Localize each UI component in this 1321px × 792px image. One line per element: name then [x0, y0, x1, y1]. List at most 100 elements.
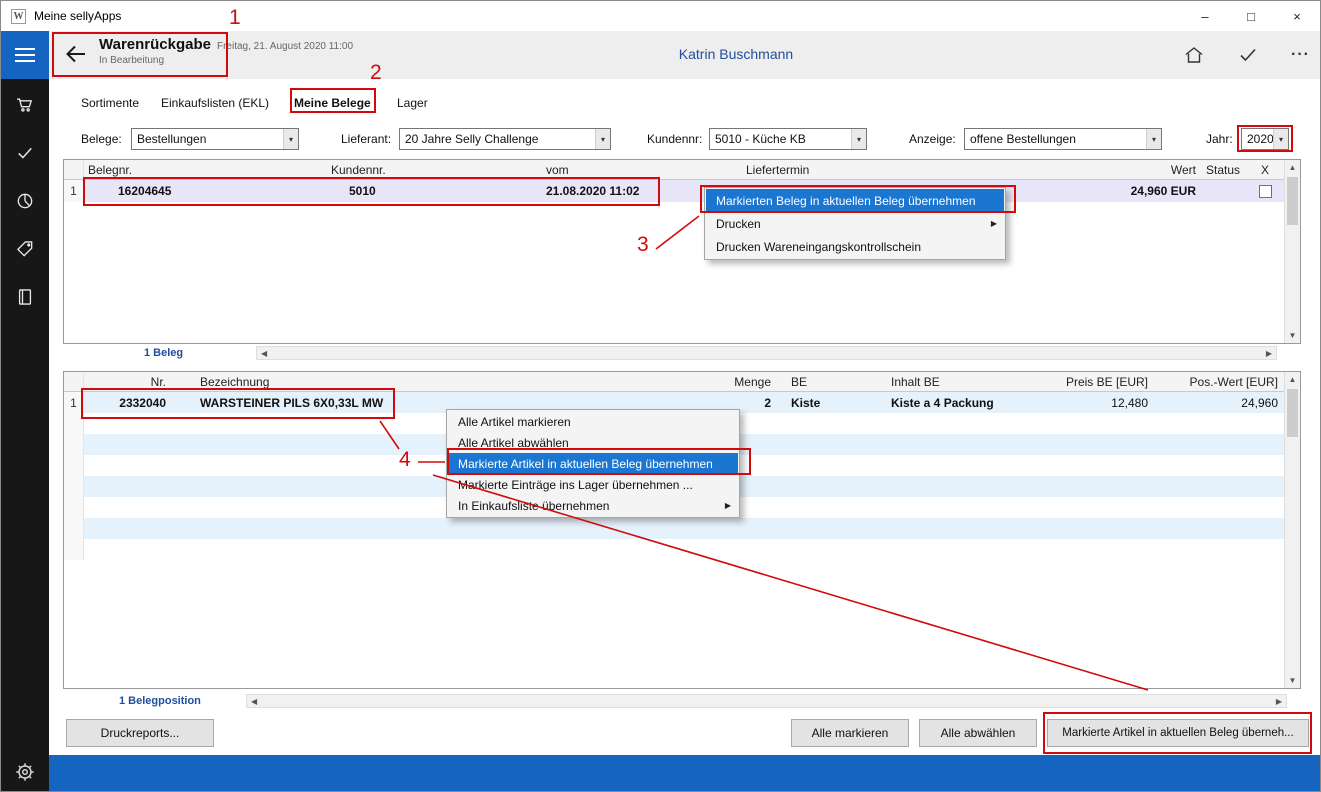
anzeige-dropdown-value: offene Bestellungen — [965, 129, 1146, 149]
menu-item-label: Drucken Wareneingangskontrollschein — [716, 240, 921, 254]
row-number: 1 — [64, 180, 84, 202]
hamburger-menu-icon[interactable] — [1, 31, 49, 79]
documents-count: 1 Beleg — [144, 347, 183, 359]
scroll-right-icon[interactable]: ▶ — [1266, 349, 1272, 358]
tab-meine-belege[interactable]: Meine Belege — [294, 96, 371, 110]
pie-chart-icon[interactable] — [1, 181, 49, 221]
scroll-up-icon[interactable]: ▲ — [1289, 163, 1297, 172]
anzeige-dropdown[interactable]: offene Bestellungen ▾ — [964, 128, 1162, 150]
cell-nr: 2332040 — [84, 396, 172, 410]
documents-context-menu: Markierten Beleg in aktuellen Beleg über… — [704, 187, 1006, 260]
scroll-down-icon[interactable]: ▼ — [1289, 676, 1297, 685]
row-number-header — [64, 372, 84, 391]
lieferant-dropdown[interactable]: 20 Jahre Selly Challenge ▾ — [399, 128, 611, 150]
positions-vertical-scrollbar[interactable]: ▲ ▼ — [1284, 372, 1300, 688]
chevron-down-icon[interactable]: ▾ — [595, 129, 610, 149]
chevron-down-icon[interactable]: ▾ — [283, 129, 298, 149]
cell-wert: 24,960 EUR — [1087, 184, 1202, 198]
scroll-left-icon[interactable]: ◀ — [261, 349, 267, 358]
document-title-block: Warenrückgabe Freitag, 21. August 2020 1… — [99, 36, 353, 66]
tasks-check-icon[interactable] — [1, 133, 49, 173]
home-icon[interactable] — [1183, 44, 1205, 66]
scroll-thumb[interactable] — [1287, 389, 1298, 437]
col-inhalt-be: Inhalt BE — [877, 372, 1062, 391]
menu-item-einkaufsliste[interactable]: In Einkaufsliste übernehmen ▶ — [448, 495, 738, 516]
menu-item-beleg-uebernehmen[interactable]: Markierten Beleg in aktuellen Beleg über… — [706, 189, 1004, 212]
scroll-right-icon[interactable]: ▶ — [1276, 697, 1282, 706]
back-button[interactable] — [63, 41, 89, 67]
chevron-down-icon[interactable]: ▾ — [1146, 129, 1161, 149]
positions-context-menu: Alle Artikel markieren Alle Artikel abwä… — [446, 409, 740, 518]
kundennr-dropdown[interactable]: 5010 - Küche KB ▾ — [709, 128, 867, 150]
window-title: Meine sellyApps — [34, 9, 121, 23]
uebernehmen-button[interactable]: Markierte Artikel in aktuellen Beleg übe… — [1047, 719, 1309, 747]
jahr-dropdown[interactable]: 2020 ▾ — [1241, 128, 1289, 150]
documents-table-header: Belegnr. Kundennr. vom Liefertermin Wert… — [64, 160, 1284, 180]
menu-item-alle-markieren[interactable]: Alle Artikel markieren — [448, 411, 738, 432]
tab-lager[interactable]: Lager — [397, 96, 428, 110]
scroll-thumb[interactable] — [1287, 177, 1298, 225]
menu-item-label: In Einkaufsliste übernehmen — [458, 499, 609, 513]
belege-dropdown[interactable]: Bestellungen ▾ — [131, 128, 299, 150]
confirm-check-icon[interactable] — [1237, 44, 1259, 66]
scroll-left-icon[interactable]: ◀ — [251, 697, 257, 706]
cell-kundennr: 5010 — [327, 184, 542, 198]
row-checkbox[interactable] — [1259, 185, 1272, 198]
cell-be: Kiste — [777, 396, 877, 410]
close-button[interactable]: × — [1274, 1, 1320, 31]
more-options-icon[interactable]: ··· — [1291, 46, 1310, 64]
page-header: Warenrückgabe Freitag, 21. August 2020 1… — [49, 31, 1321, 79]
kundennr-dropdown-value: 5010 - Küche KB — [710, 129, 851, 149]
menu-item-label: Alle Artikel abwählen — [458, 436, 569, 450]
menu-item-label: Markierte Einträge ins Lager übernehmen … — [458, 478, 693, 492]
header-actions: ··· — [1183, 31, 1310, 79]
col-pos-wert: Pos.-Wert [EUR] — [1154, 372, 1284, 391]
documents-vertical-scrollbar[interactable]: ▲ ▼ — [1284, 160, 1300, 343]
menu-item-label: Markierten Beleg in aktuellen Beleg über… — [716, 194, 976, 208]
cell-pos-wert: 24,960 — [1154, 396, 1284, 410]
book-icon[interactable] — [1, 277, 49, 317]
tag-icon[interactable] — [1, 229, 49, 269]
positions-horizontal-scrollbar[interactable]: ◀ ▶ — [246, 694, 1287, 708]
submenu-arrow-icon: ▶ — [991, 219, 997, 228]
app-window: W Meine sellyApps – □ × — [0, 0, 1321, 792]
document-state: In Bearbeitung — [99, 55, 353, 66]
document-row[interactable]: 1 16204645 5010 21.08.2020 11:02 24,960 … — [64, 180, 1284, 202]
menu-item-lager-uebernehmen[interactable]: Markierte Einträge ins Lager übernehmen … — [448, 474, 738, 495]
minimize-button[interactable]: – — [1182, 1, 1228, 31]
alle-abwaehlen-button[interactable]: Alle abwählen — [919, 719, 1037, 747]
maximize-button[interactable]: □ — [1228, 1, 1274, 31]
lieferant-dropdown-value: 20 Jahre Selly Challenge — [400, 129, 595, 149]
chevron-down-icon[interactable]: ▾ — [851, 129, 866, 149]
documents-horizontal-scrollbar[interactable]: ◀ ▶ — [256, 346, 1277, 360]
alle-markieren-button[interactable]: Alle markieren — [791, 719, 909, 747]
cell-belegnr: 16204645 — [84, 184, 327, 198]
menu-item-drucken[interactable]: Drucken ▶ — [706, 212, 1004, 235]
filter-label-anzeige: Anzeige: — [909, 132, 956, 146]
positions-count: 1 Belegposition — [119, 695, 201, 707]
jahr-dropdown-value: 2020 — [1242, 129, 1273, 149]
app-logo-icon: W — [11, 9, 26, 24]
menu-item-alle-abwaehlen[interactable]: Alle Artikel abwählen — [448, 432, 738, 453]
menu-item-label: Markierte Artikel in aktuellen Beleg übe… — [458, 457, 713, 471]
scroll-up-icon[interactable]: ▲ — [1289, 375, 1297, 384]
col-bezeichnung: Bezeichnung — [172, 372, 712, 391]
cell-preis-be: 12,480 — [1062, 396, 1154, 410]
page-title: Warenrückgabe — [99, 36, 211, 53]
filter-label-belege: Belege: — [81, 132, 122, 146]
tab-sortimente[interactable]: Sortimente — [81, 96, 139, 110]
submenu-arrow-icon: ▶ — [725, 501, 731, 510]
menu-item-artikel-uebernehmen[interactable]: Markierte Artikel in aktuellen Beleg übe… — [448, 453, 738, 474]
gear-icon[interactable] — [1, 759, 49, 785]
tab-einkaufslisten[interactable]: Einkaufslisten (EKL) — [161, 96, 269, 110]
window-controls: – □ × — [1182, 1, 1320, 31]
row-number: 1 — [64, 392, 84, 413]
cart-icon[interactable] — [1, 85, 49, 125]
chevron-down-icon[interactable]: ▾ — [1273, 129, 1288, 149]
scroll-down-icon[interactable]: ▼ — [1289, 331, 1297, 340]
cell-inhalt-be: Kiste a 4 Packung — [877, 396, 1062, 410]
row-number-header — [64, 160, 84, 179]
druckreports-button[interactable]: Druckreports... — [66, 719, 214, 747]
col-be: BE — [777, 372, 877, 391]
menu-item-drucken-kontrollschein[interactable]: Drucken Wareneingangskontrollschein — [706, 235, 1004, 258]
